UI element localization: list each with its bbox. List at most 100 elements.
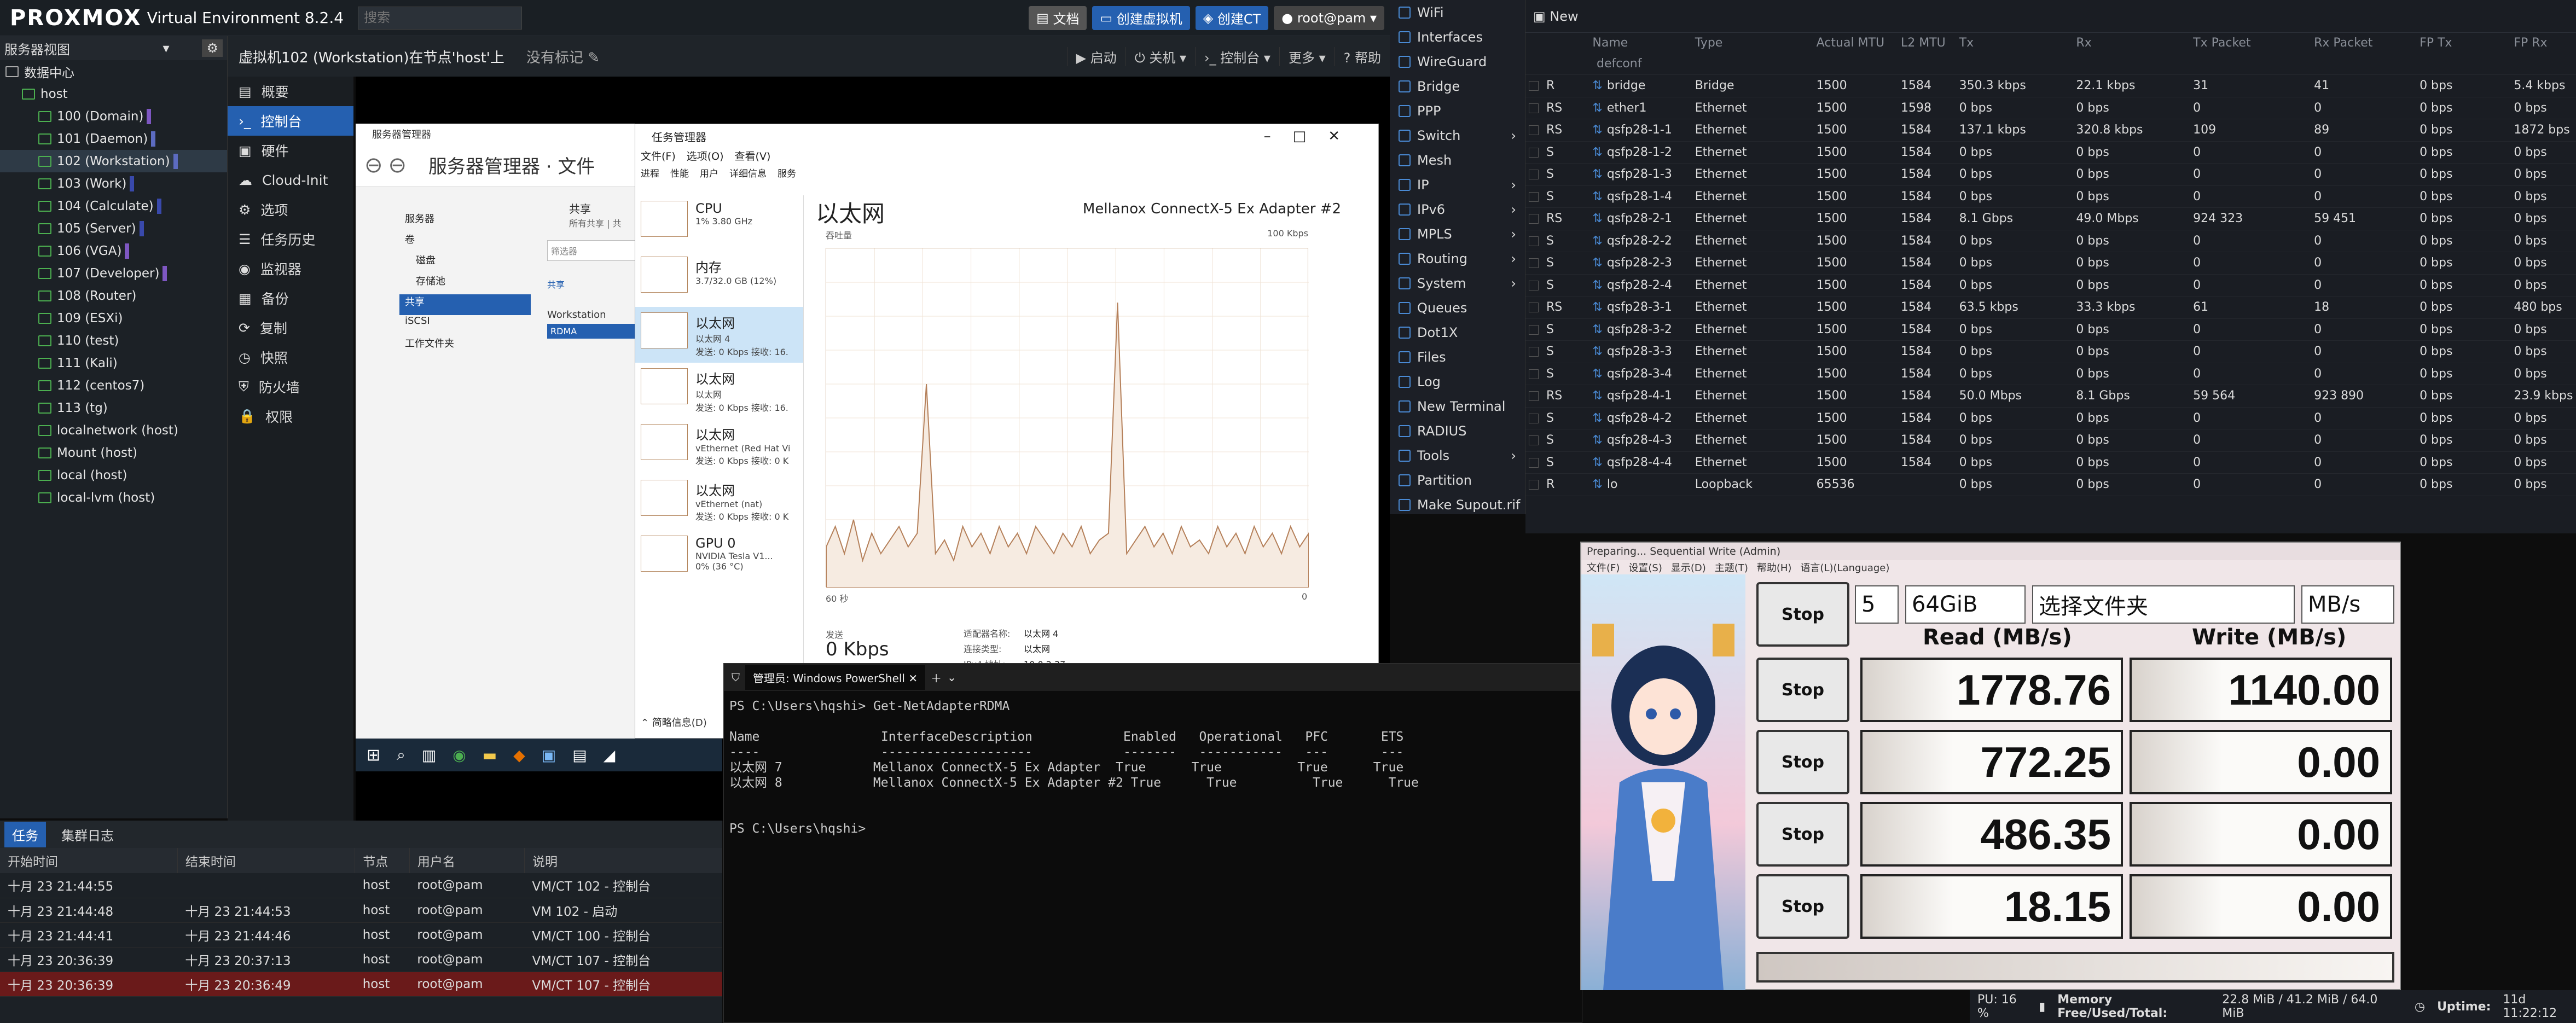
checkbox[interactable] xyxy=(1529,457,1539,468)
vm-menu-item[interactable]: 🔒 权限 xyxy=(228,402,353,431)
interface-column-header[interactable]: Rx Packet xyxy=(2311,33,2416,53)
app-icon[interactable]: ◆ xyxy=(513,746,525,764)
vm-menu-item[interactable]: ◷ 快照 xyxy=(228,342,353,372)
table-row[interactable]: S ⇅ qsfp28-3-3 Ethernet 1500 1584 0 bps 0 bps 0 0… xyxy=(1525,340,2576,363)
table-row[interactable]: R ⇅ lo Loopback 65536 0 bps 0 bps 0 0 0 bps 0 bps xyxy=(1525,473,2576,496)
interface-column-header[interactable]: FP Rx xyxy=(2510,33,2576,53)
more-button[interactable]: 更多 ▾ xyxy=(1279,47,1335,66)
server-manager-nav-item[interactable]: 服务器 xyxy=(399,211,531,232)
vm-menu-item[interactable]: ☁ Cloud-Init xyxy=(228,165,353,195)
checkbox[interactable] xyxy=(1529,81,1539,91)
tm-menu-item[interactable]: 文件(F) xyxy=(641,148,676,166)
table-row[interactable]: RS ⇅ ether1 Ethernet 1500 1598 0 bps 0 bps 0 0 0 b… xyxy=(1525,97,2576,119)
server-manager-nav-item[interactable]: 工作文件夹 xyxy=(399,336,531,357)
table-row[interactable]: 十月 23 21:44:48 十月 23 21:44:53 host root@pam… xyxy=(0,898,722,923)
routeros-menu-item[interactable]: WireGuard xyxy=(1390,49,1525,74)
table-row[interactable]: S ⇅ qsfp28-1-2 Ethernet 1500 1584 0 bps 0 bps 0 0… xyxy=(1525,141,2576,164)
tm-resource-item[interactable]: 内存 3.7/32.0 GB (12%) xyxy=(635,251,803,307)
tm-tab[interactable]: 性能 xyxy=(670,166,689,183)
routeros-menu-item[interactable]: PPP xyxy=(1390,98,1525,123)
routeros-menu-item[interactable]: WiFi xyxy=(1390,0,1525,25)
vm-menu-item[interactable]: ▣ 硬件 xyxy=(228,136,353,165)
server-manager-nav-item[interactable]: iSCSI xyxy=(399,315,531,336)
checkbox[interactable] xyxy=(1529,258,1539,269)
tree-node[interactable]: 109 (ESXi) xyxy=(0,307,227,329)
checkbox[interactable] xyxy=(1529,147,1539,158)
tm-menu-item[interactable]: 查看(V) xyxy=(735,148,771,166)
task-tab[interactable]: 集群日志 xyxy=(54,822,121,847)
chevron-down-icon[interactable]: ⌄ xyxy=(947,671,956,684)
task-view-icon[interactable]: ▥ xyxy=(422,746,436,764)
checkbox[interactable] xyxy=(1529,391,1539,402)
routeros-menu-item[interactable]: Queues xyxy=(1390,295,1525,320)
server-manager-nav-item[interactable]: 磁盘 xyxy=(399,253,531,274)
routeros-menu-item[interactable]: IPv6 › xyxy=(1390,197,1525,222)
new-button[interactable]: ▣ New xyxy=(1533,9,1579,24)
server-manager-icon[interactable]: ▤ xyxy=(572,746,587,764)
checkbox[interactable] xyxy=(1529,324,1539,335)
search-input[interactable] xyxy=(358,6,523,30)
start-button[interactable]: ▶ 启动 xyxy=(1066,47,1125,66)
tree-node[interactable]: 100 (Domain) xyxy=(0,105,227,127)
checkbox[interactable] xyxy=(1529,125,1539,136)
tree-node[interactable]: 数据中心 xyxy=(0,60,227,83)
console-button[interactable]: ›_ 控制台 ▾ xyxy=(1195,47,1279,66)
task-column-header[interactable]: 开始时间 xyxy=(0,848,178,873)
size-select[interactable]: 64GiB xyxy=(1905,585,2026,624)
server-manager-nav-item[interactable]: 卷 xyxy=(399,232,531,253)
table-row[interactable]: 十月 23 20:36:39 十月 23 20:37:13 host root@pam… xyxy=(0,947,722,972)
table-row[interactable]: S ⇅ qsfp28-1-3 Ethernet 1500 1584 0 bps 0 bps 0 0… xyxy=(1525,163,2576,186)
tree-node[interactable]: 102 (Workstation) xyxy=(0,150,227,172)
table-row[interactable]: S ⇅ qsfp28-2-2 Ethernet 1500 1584 0 bps 0 bps 0 0… xyxy=(1525,230,2576,252)
tm-tab[interactable]: 进程 xyxy=(641,166,659,183)
tree-node[interactable]: 104 (Calculate) xyxy=(0,195,227,217)
tree-node[interactable]: 112 (centos7) xyxy=(0,374,227,397)
tm-resource-item[interactable]: 以太网 vEthernet (nat) 发送: 0 Kbps 接收: 0 K xyxy=(635,474,803,530)
task-column-header[interactable]: 用户名 xyxy=(409,848,525,873)
vm-menu-item[interactable]: ▤ 概要 xyxy=(228,77,353,106)
tree-node[interactable]: 101 (Daemon) xyxy=(0,127,227,150)
routeros-menu-item[interactable]: Dot1X xyxy=(1390,320,1525,345)
vm-menu-item[interactable]: ▦ 备份 xyxy=(228,283,353,313)
checkbox[interactable] xyxy=(1529,191,1539,202)
powershell-output[interactable]: PS C:\Users\hqshi> Get-NetAdapterRDMA Na… xyxy=(724,691,1582,844)
forward-icon[interactable]: ⊖ xyxy=(388,153,407,178)
tm-resource-item[interactable]: 以太网 以太网 发送: 0 Kbps 接收: 16. xyxy=(635,363,803,419)
tree-node[interactable]: 108 (Router) xyxy=(0,284,227,307)
count-select[interactable]: 5 xyxy=(1855,585,1899,624)
new-tab-icon[interactable]: ＋ xyxy=(931,670,942,685)
create-ct-button[interactable]: ◈ 创建CT xyxy=(1195,5,1269,30)
stop-test-button[interactable]: Stop xyxy=(1756,802,1849,867)
checkbox[interactable] xyxy=(1529,103,1539,113)
task-tab[interactable]: 任务 xyxy=(4,821,46,847)
tm-resource-item[interactable]: GPU 0 NVIDIA Tesla V1... 0% (36 °C) xyxy=(635,530,803,586)
table-row[interactable]: S ⇅ qsfp28-4-4 Ethernet 1500 1584 0 bps 0 bps 0 0… xyxy=(1525,451,2576,474)
table-row[interactable]: 十月 23 21:44:41 十月 23 21:44:46 host root@pam… xyxy=(0,922,722,948)
routeros-menu-item[interactable]: Switch › xyxy=(1390,123,1525,148)
vm-menu-item[interactable]: ⟳ 复制 xyxy=(228,313,353,342)
tm-resource-item[interactable]: 以太网 vEthernet (Red Hat Vi 发送: 0 Kbps 接收: 0… xyxy=(635,419,803,474)
tm-resource-item[interactable]: CPU 1% 3.80 GHz xyxy=(635,195,803,251)
interface-column-header[interactable]: Tx Packet xyxy=(2190,33,2311,53)
edge-icon[interactable]: ◉ xyxy=(452,746,466,764)
task-column-header[interactable]: 结束时间 xyxy=(177,848,356,873)
tree-node[interactable]: host xyxy=(0,83,227,105)
gear-icon[interactable]: ⚙ xyxy=(202,39,223,57)
table-row[interactable]: R ⇅ bridge Bridge 1500 1584 350.3 kbps 22.1 kbp… xyxy=(1525,74,2576,97)
stop-all-button[interactable]: Stop xyxy=(1756,582,1849,647)
table-row[interactable]: S ⇅ qsfp28-2-3 Ethernet 1500 1584 0 bps 0 bps 0 0… xyxy=(1525,252,2576,275)
routeros-menu-item[interactable]: Bridge xyxy=(1390,74,1525,98)
table-row[interactable]: S ⇅ qsfp28-1-4 Ethernet 1500 1584 0 bps 0 bps 0 0… xyxy=(1525,185,2576,208)
routeros-menu-item[interactable]: Tools › xyxy=(1390,443,1525,468)
window-controls[interactable]: –□✕ xyxy=(1264,128,1362,144)
checkbox[interactable] xyxy=(1529,480,1539,490)
start-icon[interactable]: ⊞ xyxy=(367,746,380,765)
interface-column-header[interactable]: Rx xyxy=(2073,33,2190,53)
routeros-menu-item[interactable]: Interfaces xyxy=(1390,25,1525,49)
cdm-menu-item[interactable]: 显示(D) xyxy=(1671,560,1706,574)
stop-test-button[interactable]: Stop xyxy=(1756,874,1849,939)
interface-column-header[interactable] xyxy=(1525,33,1589,53)
tree-node[interactable]: 110 (test) xyxy=(0,329,227,352)
routeros-menu-item[interactable]: Log xyxy=(1390,369,1525,394)
tree-node[interactable]: 113 (tg) xyxy=(0,397,227,419)
